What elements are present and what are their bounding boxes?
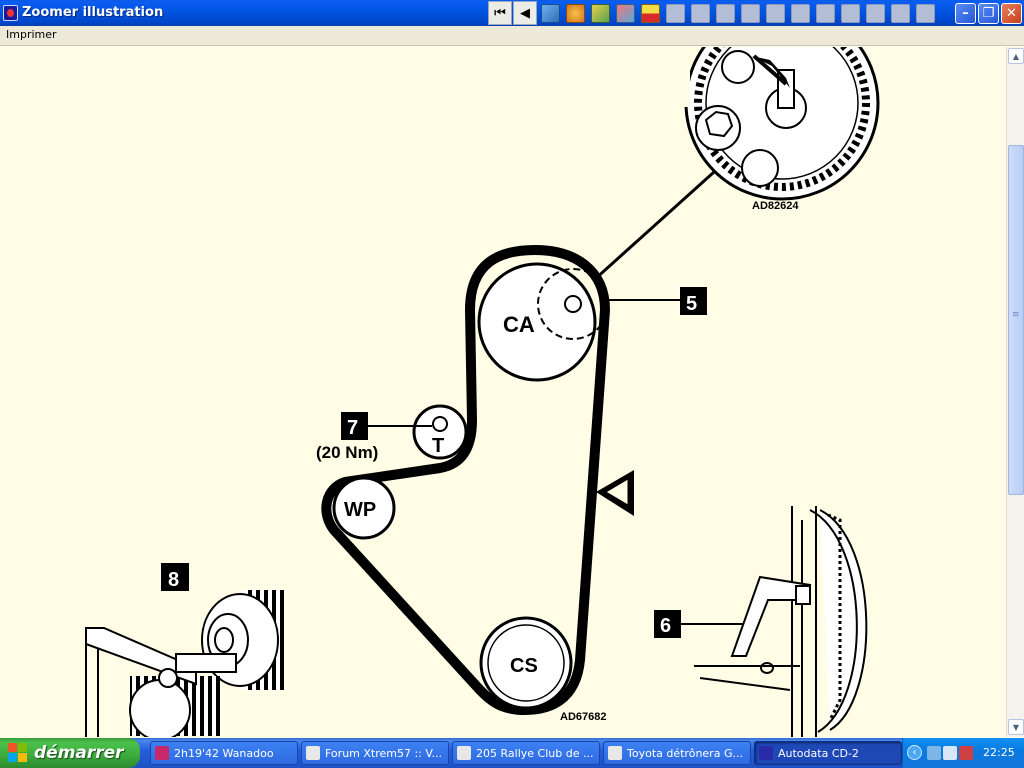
start-label: démarrer (34, 743, 124, 763)
first-page-icon: ⏮ (494, 5, 506, 21)
task-autodata[interactable]: Autodata CD-2 (754, 741, 902, 765)
pulley-ca (477, 262, 609, 382)
minimize-icon: – (962, 6, 969, 21)
menu-item-print[interactable]: Imprimer (6, 28, 57, 41)
timing-belt-diagram: AD82624 CA 5 T 7 (20 Nm) WP CS AD67682 8… (85, 47, 880, 737)
restore-button[interactable]: ❐ (978, 3, 999, 24)
book-icon (916, 3, 935, 23)
title-bar[interactable]: Zoomer illustration ⏮ ◀ – ❐ ✕ (0, 0, 1024, 26)
previous-button[interactable]: ◀ (513, 1, 537, 25)
app-icon[interactable] (3, 5, 18, 21)
callout-6-label: 6 (660, 615, 671, 637)
printer-icon (741, 3, 760, 23)
callout-5-label: 5 (686, 293, 697, 315)
flywheel-locking-detail (694, 506, 868, 737)
pulley-cs-label: CS (510, 655, 538, 677)
car-icon (766, 3, 785, 23)
browser-icon (608, 746, 622, 760)
clock[interactable]: 22:25 (983, 746, 1015, 759)
vertical-scrollbar[interactable]: ▲ ▼ (1006, 47, 1024, 737)
person-button[interactable] (838, 1, 863, 25)
previous-icon: ◀ (520, 5, 530, 21)
car2-icon (791, 3, 810, 23)
system-tray: ‹ 22:25 (902, 738, 1024, 768)
people-icon (616, 3, 635, 23)
scroll-up-button[interactable]: ▲ (1008, 48, 1024, 64)
task-label: 205 Rallye Club de ... (476, 746, 594, 760)
taskbar: démarrer 2h19'42 Wanadoo Forum Xtrem57 :… (0, 738, 1024, 768)
window-controls: – ❐ ✕ (955, 3, 1022, 24)
show-hidden-icons-chevron-icon[interactable]: ‹ (907, 745, 922, 760)
windows-logo-icon (8, 743, 28, 763)
car3-button[interactable] (813, 1, 838, 25)
scroll-down-icon: ▼ (1012, 722, 1020, 732)
box-button[interactable] (713, 1, 738, 25)
scroll-up-icon: ▲ (1012, 51, 1020, 61)
start-button[interactable]: démarrer (0, 738, 140, 768)
truck-button[interactable] (888, 1, 913, 25)
task-forum-xtrem57[interactable]: Forum Xtrem57 :: V... (301, 741, 449, 765)
task-label: Toyota détrônera G... (627, 746, 743, 760)
callout-7-label: 7 (347, 417, 358, 439)
close-button[interactable]: ✕ (1001, 3, 1022, 24)
wrench-icon (591, 3, 610, 23)
gear-icon (566, 3, 585, 23)
first-page-button[interactable]: ⏮ (488, 1, 512, 25)
chart-button[interactable] (538, 1, 563, 25)
security-alert-icon[interactable] (959, 746, 973, 760)
pen-button[interactable] (688, 1, 713, 25)
pen-icon (691, 3, 710, 23)
box-icon (716, 3, 735, 23)
restore-icon: ❐ (982, 6, 995, 21)
people-button[interactable] (613, 1, 638, 25)
network-icon[interactable] (943, 746, 957, 760)
scroll-thumb[interactable] (1008, 145, 1024, 495)
crankshaft-locking-tool-detail (85, 590, 284, 737)
task-toyota[interactable]: Toyota détrônera G... (603, 741, 751, 765)
car3-icon (816, 3, 835, 23)
wanadoo-icon (155, 746, 169, 760)
pulley-tensioner-label: T (432, 435, 444, 457)
pulley-ca-label: CA (503, 312, 535, 337)
person-icon (841, 3, 860, 23)
reference-code-bottom: AD67682 (560, 711, 606, 723)
warning-icon (866, 3, 885, 23)
detail-leader-line (592, 170, 716, 282)
camshaft-sprocket-detail (650, 47, 880, 201)
autodata-icon (759, 746, 773, 760)
book-button[interactable] (913, 1, 938, 25)
task-label: Forum Xtrem57 :: V... (325, 746, 442, 760)
toolbar: ⏮ ◀ (488, 1, 938, 25)
chart-icon (541, 3, 560, 23)
browser-icon (457, 746, 471, 760)
wrench-button[interactable] (588, 1, 613, 25)
pulley-wp-label: WP (344, 499, 376, 521)
illustration-viewport[interactable]: AD82624 CA 5 T 7 (20 Nm) WP CS AD67682 8… (0, 47, 1006, 737)
task-label: 2h19'42 Wanadoo (174, 746, 274, 760)
scroll-down-button[interactable]: ▼ (1008, 719, 1024, 735)
tool-button[interactable] (663, 1, 688, 25)
tape-icon (641, 3, 660, 23)
gear-button[interactable] (563, 1, 588, 25)
truck-icon (891, 3, 910, 23)
window-title: Zoomer illustration (22, 5, 164, 20)
torque-spec: (20 Nm) (316, 443, 378, 462)
warning-button[interactable] (863, 1, 888, 25)
task-label: Autodata CD-2 (778, 746, 859, 760)
tool-icon (666, 3, 685, 23)
minimize-button[interactable]: – (955, 3, 976, 24)
tray-app-icon[interactable] (927, 746, 941, 760)
task-205-rallye[interactable]: 205 Rallye Club de ... (452, 741, 600, 765)
task-wanadoo[interactable]: 2h19'42 Wanadoo (150, 741, 298, 765)
car-button[interactable] (763, 1, 788, 25)
menu-bar: Imprimer (0, 26, 1024, 46)
tape-button[interactable] (638, 1, 663, 25)
car2-button[interactable] (788, 1, 813, 25)
close-icon: ✕ (1006, 6, 1017, 21)
printer-button[interactable] (738, 1, 763, 25)
reference-code-top: AD82624 (752, 200, 799, 212)
callout-8-label: 8 (168, 569, 179, 591)
browser-icon (306, 746, 320, 760)
